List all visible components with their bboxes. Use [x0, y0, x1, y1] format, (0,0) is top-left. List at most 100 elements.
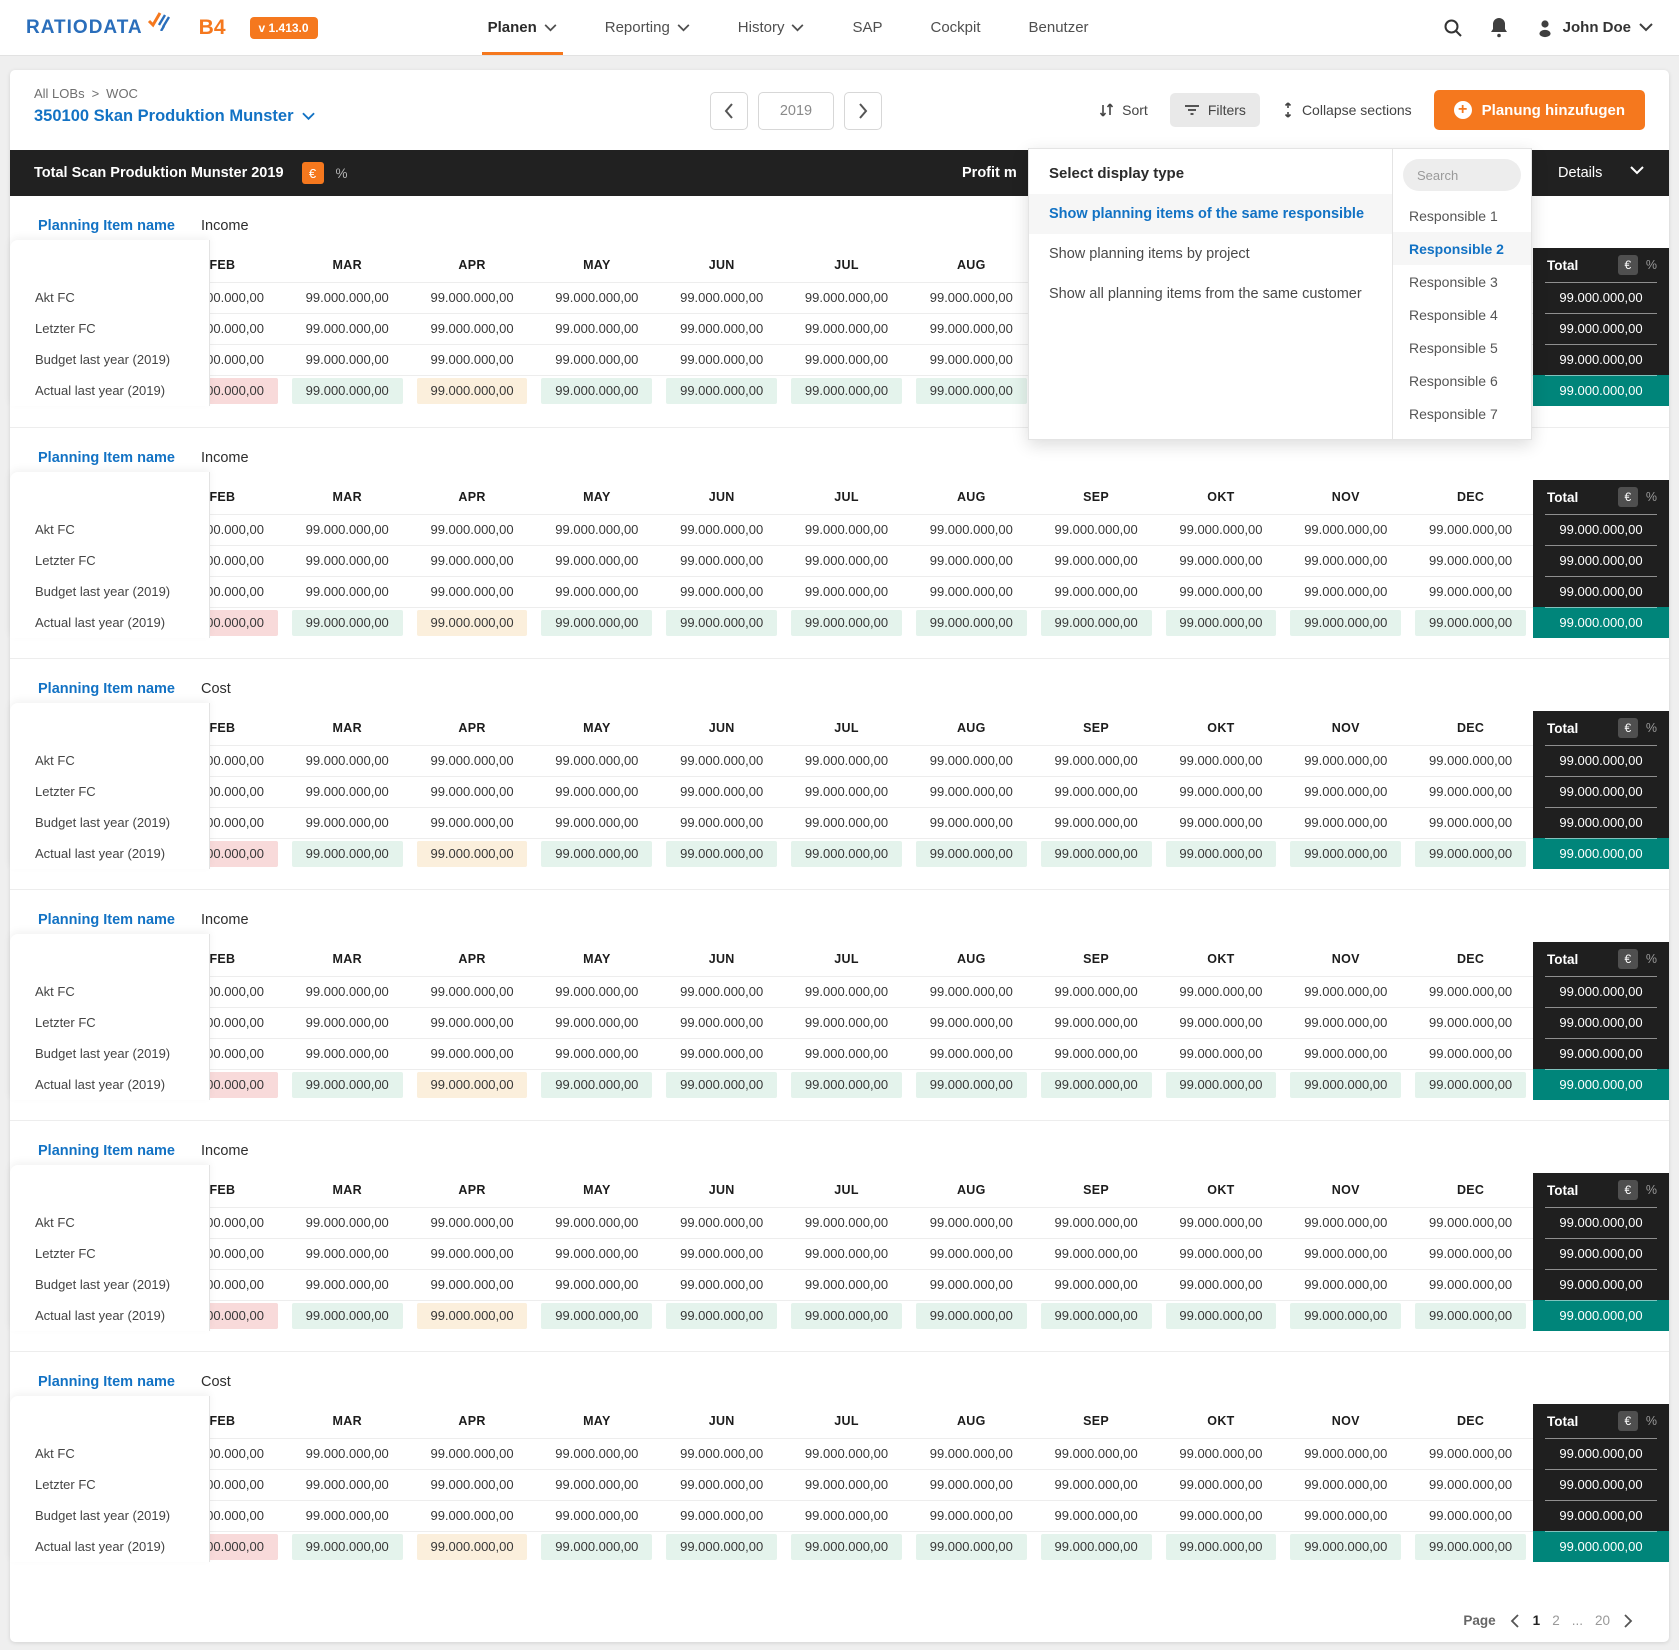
- nav-item-planen[interactable]: Planen: [481, 0, 563, 55]
- breadcrumb-all-lobs[interactable]: All LOBs: [34, 86, 85, 101]
- search-icon[interactable]: [1443, 18, 1463, 38]
- planning-item-link[interactable]: Planning Item name: [38, 681, 175, 697]
- cell-value: 99.000.000,00: [680, 1508, 764, 1523]
- cell-value: 99.000.000,00: [1040, 841, 1152, 867]
- value-cell: 99.000.000,00: [659, 1438, 785, 1469]
- next-year-button[interactable]: [844, 92, 882, 130]
- total-label: Total: [1547, 720, 1579, 736]
- prev-year-button[interactable]: [710, 92, 748, 130]
- display-option-3[interactable]: Show all planning items from the same cu…: [1029, 274, 1392, 314]
- page-number-20[interactable]: 20: [1595, 1613, 1610, 1628]
- currency-toggle[interactable]: €: [301, 162, 324, 184]
- cell-value: 99.000.000,00: [929, 815, 1013, 830]
- cell-value: 99.000.000,00: [1054, 753, 1138, 768]
- page-number-2[interactable]: 2: [1552, 1613, 1560, 1628]
- value-cell: 99.000.000,00: [908, 1007, 1034, 1038]
- value-cell: 99.000.000,00: [659, 313, 785, 344]
- value-cell: 99.000.000,00: [784, 1038, 909, 1069]
- total-currency-toggle[interactable]: €: [1617, 255, 1638, 275]
- month-header: MAR: [332, 490, 362, 504]
- nav-item-reporting[interactable]: Reporting: [605, 0, 690, 55]
- cell-value: 99.000.000,00: [791, 841, 902, 867]
- responsible-item-5[interactable]: Responsible 5: [1393, 331, 1531, 364]
- value-cell: 99.000.000,00: [284, 1469, 410, 1500]
- prev-page-icon[interactable]: [1510, 1613, 1519, 1628]
- planning-item-link[interactable]: Planning Item name: [38, 912, 175, 928]
- nav-item-cockpit[interactable]: Cockpit: [930, 0, 980, 55]
- responsible-item-3[interactable]: Responsible 3: [1393, 265, 1531, 298]
- value-cell: 99.000.000,00: [409, 1300, 535, 1331]
- cell-value: 99.000.000,00: [1429, 522, 1513, 537]
- total-percent-toggle[interactable]: %: [1646, 1414, 1657, 1428]
- planning-item-link[interactable]: Planning Item name: [38, 218, 175, 234]
- cell-value: 99.000.000,00: [804, 1477, 889, 1492]
- total-value: 99.000.000,00: [1533, 1269, 1669, 1300]
- display-option-2[interactable]: Show planning items by project: [1029, 234, 1392, 274]
- breadcrumb-woc[interactable]: WOC: [106, 86, 138, 101]
- month-header: AUG: [956, 952, 986, 966]
- notifications-bell-icon[interactable]: [1489, 17, 1509, 38]
- cell-value: 99.000.000,00: [291, 1534, 403, 1560]
- chevron-down-icon[interactable]: [1630, 166, 1644, 175]
- value-cell: 99.000.000,00: [784, 1500, 909, 1531]
- percent-toggle[interactable]: %: [336, 166, 348, 181]
- total-percent-toggle[interactable]: %: [1646, 258, 1657, 272]
- value-cell: 99.000.000,00: [784, 375, 909, 406]
- responsible-item-6[interactable]: Responsible 6: [1393, 364, 1531, 397]
- table-row: 99.000.000,00 99.000.000,00 99.000.000,00 9…: [10, 607, 1669, 638]
- responsible-item-1[interactable]: Responsible 1: [1393, 199, 1531, 232]
- month-header: NOV: [1331, 1414, 1360, 1428]
- value-cell: 99.000.000,00: [409, 1469, 535, 1500]
- cell-value: 99.000.000,00: [1304, 584, 1388, 599]
- value-cell: 99.000.000,00: [908, 1438, 1034, 1469]
- value-cell: 99.000.000,00: [1158, 576, 1284, 607]
- month-header: OKT: [1207, 490, 1235, 504]
- responsible-item-4[interactable]: Responsible 4: [1393, 298, 1531, 331]
- total-percent-toggle[interactable]: %: [1646, 952, 1657, 966]
- cell-value: 99.000.000,00: [305, 784, 389, 799]
- cell-value: 99.000.000,00: [555, 784, 639, 799]
- total-percent-toggle[interactable]: %: [1646, 490, 1657, 504]
- user-menu[interactable]: John Doe: [1535, 18, 1653, 38]
- total-currency-toggle[interactable]: €: [1617, 1411, 1638, 1431]
- cell-value: 99.000.000,00: [1429, 553, 1513, 568]
- nav-item-history[interactable]: History: [738, 0, 805, 55]
- cell-value: 99.000.000,00: [1304, 1246, 1388, 1261]
- responsible-item-2[interactable]: Responsible 2: [1393, 232, 1531, 265]
- cell-value: 99.000.000,00: [416, 841, 528, 867]
- planning-item-link[interactable]: Planning Item name: [38, 1374, 175, 1390]
- value-cell: 99.000.000,00: [1033, 1300, 1159, 1331]
- planning-table: FEBMARAPRMAYJUNJULAUGSEPOKTNOVDEC99.000.…: [10, 703, 1669, 869]
- planning-item-link[interactable]: Planning Item name: [38, 450, 175, 466]
- responsible-search-input[interactable]: [1403, 159, 1521, 191]
- total-percent-toggle[interactable]: %: [1646, 721, 1657, 735]
- page-number-1[interactable]: 1: [1533, 1613, 1541, 1628]
- row-label: Actual last year (2019): [35, 1539, 166, 1554]
- nav-item-sap[interactable]: SAP: [852, 0, 882, 55]
- cell-value: 99.000.000,00: [804, 1215, 889, 1230]
- display-option-1[interactable]: Show planning items of the same responsi…: [1029, 194, 1392, 234]
- next-page-icon[interactable]: [1624, 1613, 1633, 1628]
- value-cell: 99.000.000,00: [1283, 576, 1409, 607]
- total-currency-toggle[interactable]: €: [1617, 718, 1638, 738]
- value-cell: 99.000.000,00: [284, 344, 410, 375]
- sort-button[interactable]: Sort: [1099, 102, 1148, 118]
- value-cell: 99.000.000,00: [284, 1500, 410, 1531]
- total-currency-toggle[interactable]: €: [1617, 949, 1638, 969]
- collapse-sections-button[interactable]: Collapse sections: [1282, 102, 1412, 118]
- nav-item-benutzer[interactable]: Benutzer: [1029, 0, 1089, 55]
- total-percent-toggle[interactable]: %: [1646, 1183, 1657, 1197]
- month-header: JUL: [834, 258, 859, 272]
- total-currency-toggle[interactable]: €: [1617, 1180, 1638, 1200]
- cell-value: 99.000.000,00: [1054, 1277, 1138, 1292]
- responsible-item-7[interactable]: Responsible 7: [1393, 397, 1531, 430]
- filters-button[interactable]: Filters: [1169, 93, 1260, 127]
- total-value: 99.000.000,00: [1533, 313, 1669, 344]
- add-planning-button[interactable]: + Planung hinzufugen: [1433, 90, 1645, 130]
- row-label: Akt FC: [35, 753, 75, 768]
- details-button[interactable]: Details: [1558, 165, 1602, 181]
- section-header: Planning Item name Cost: [10, 675, 1669, 703]
- planning-item-link[interactable]: Planning Item name: [38, 1143, 175, 1159]
- months-header-row: FEBMARAPRMAYJUNJULAUGSEPOKTNOVDEC: [10, 1404, 1669, 1438]
- total-currency-toggle[interactable]: €: [1617, 487, 1638, 507]
